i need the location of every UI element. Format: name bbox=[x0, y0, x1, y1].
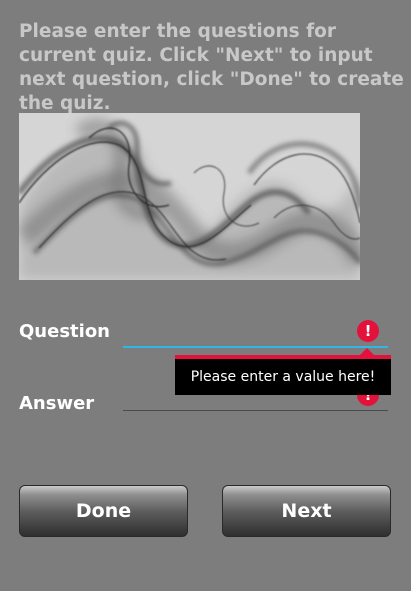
next-button[interactable]: Next bbox=[222, 485, 391, 537]
question-label: Question bbox=[19, 321, 110, 342]
smoke-image bbox=[19, 113, 360, 280]
question-input[interactable] bbox=[123, 320, 388, 348]
smoke-illustration bbox=[19, 113, 360, 280]
done-button[interactable]: Done bbox=[19, 485, 188, 537]
error-message: Please enter a value here! bbox=[190, 369, 376, 385]
instructions-text: Please enter the questions for current q… bbox=[19, 21, 404, 114]
question-error-icon: ! bbox=[357, 320, 379, 342]
error-tooltip: Please enter a value here! bbox=[175, 348, 391, 395]
answer-label: Answer bbox=[19, 393, 95, 414]
error-tooltip-arrow bbox=[360, 348, 374, 355]
